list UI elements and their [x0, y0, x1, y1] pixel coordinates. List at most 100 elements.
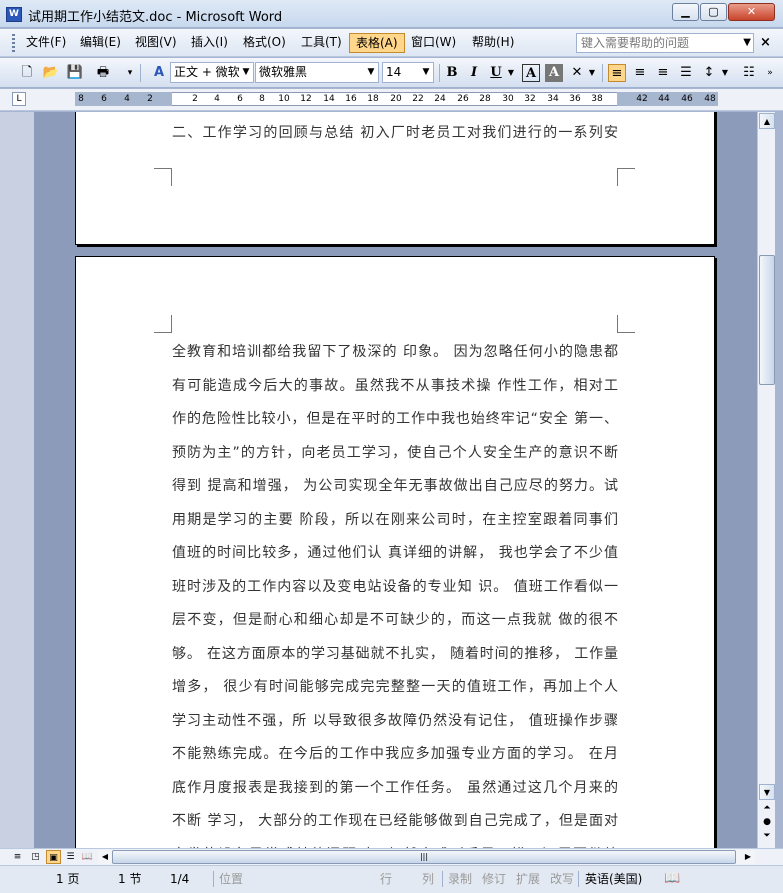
align-right-icon[interactable]: ≡ — [654, 64, 672, 82]
previous-page-icon[interactable]: ⏶ — [761, 802, 773, 814]
scroll-up-icon[interactable]: ▲ — [759, 113, 775, 129]
vertical-scroll-thumb[interactable] — [759, 255, 775, 385]
page-1-body[interactable]: 二、工作学习的回顾与总结 初入厂时老员工对我们进行的一系列安 — [172, 117, 618, 151]
web-view-icon[interactable]: ◳ — [28, 850, 43, 864]
maximize-button[interactable]: ▢ — [700, 3, 727, 21]
chevron-down-icon[interactable]: ▼ — [365, 63, 377, 82]
status-overtype[interactable]: 改写 — [550, 870, 574, 888]
chevron-down-icon[interactable]: ▼ — [420, 63, 432, 82]
text-line[interactable]: 不能熟练完成。在今后的工作中我应多加强专业方面的学习。 在月 — [172, 738, 618, 772]
char-scale-icon[interactable]: ✕ — [568, 64, 586, 82]
toolbar-options-icon[interactable]: » — [764, 64, 776, 82]
text-line[interactable]: 学习主动性不强，所 以导致很多故障仍然没有记住， 值班操作步骤 — [172, 705, 618, 739]
underline-button[interactable]: U — [487, 64, 505, 82]
text-line[interactable]: 不断 学习， 大部分的工作现在已经能够做到自己完成了，但是面对 — [172, 805, 618, 839]
normal-view-icon[interactable]: ≡ — [10, 850, 25, 864]
vertical-scrollbar[interactable]: ▲ ▼ ⏶ ● ⏷ — [757, 112, 775, 848]
align-left-icon[interactable]: ≡ — [608, 64, 626, 82]
document-close-icon[interactable]: × — [760, 35, 771, 50]
align-center-icon[interactable]: ≡ — [631, 64, 649, 82]
menu-table[interactable]: 表格(A) — [349, 33, 405, 53]
status-pages: 1/4 — [170, 872, 190, 886]
close-button[interactable]: ✕ — [728, 3, 775, 21]
text-line[interactable]: 二、工作学习的回顾与总结 初入厂时老员工对我们进行的一系列安 — [172, 117, 618, 151]
select-browse-object-icon[interactable]: ● — [761, 816, 773, 828]
ruler-number: 22 — [412, 94, 424, 104]
page-1[interactable]: 二、工作学习的回顾与总结 初入厂时老员工对我们进行的一系列安 — [75, 112, 715, 245]
reading-view-icon[interactable]: 📖 — [80, 850, 95, 864]
menu-help[interactable]: 帮助(H) — [466, 33, 520, 53]
chevron-down-icon[interactable]: ▼ — [240, 63, 252, 82]
ruler-number: 48 — [704, 94, 716, 104]
status-record[interactable]: 录制 — [448, 870, 472, 888]
text-line[interactable]: 得到 提高和增强， 为公司实现全年无事故做出自己应尽的努力。试 — [172, 470, 618, 504]
italic-button[interactable]: I — [465, 64, 483, 82]
chevron-down-icon[interactable]: ▼ — [743, 34, 751, 52]
horizontal-scroll-thumb[interactable]: ||| — [112, 850, 736, 864]
menu-edit[interactable]: 编辑(E) — [74, 33, 127, 53]
text-line[interactable]: 班时涉及的工作内容以及变电站设备的专业知 识。 值班工作看似一 — [172, 571, 618, 605]
status-language[interactable]: 英语(美国) — [585, 870, 642, 888]
scroll-down-icon[interactable]: ▼ — [759, 784, 775, 800]
save-icon[interactable]: 💾 — [66, 64, 84, 82]
scroll-right-icon[interactable]: ▶ — [741, 850, 755, 864]
char-border-button[interactable]: A — [522, 64, 540, 82]
status-page: 1 页 — [56, 872, 80, 886]
scale-dropdown-icon[interactable]: ▼ — [587, 64, 597, 82]
minimize-button[interactable]: ▁ — [672, 3, 699, 21]
underline-dropdown-icon[interactable]: ▼ — [506, 64, 516, 82]
word-app-icon[interactable]: W — [6, 7, 22, 22]
text-line[interactable]: 用期是学习的主要 阶段，所以在刚来公司时，在主控室跟着同事们 — [172, 504, 618, 538]
menu-tools[interactable]: 工具(T) — [295, 33, 348, 53]
document-area[interactable]: 二、工作学习的回顾与总结 初入厂时老员工对我们进行的一系列安 全教育和培训都给我… — [0, 112, 757, 848]
ruler-number: 36 — [569, 94, 581, 104]
menu-view[interactable]: 视图(V) — [129, 33, 183, 53]
line-spacing-icon[interactable]: ↕ — [700, 64, 718, 82]
ruler-number: 12 — [300, 94, 312, 104]
page-2-body[interactable]: 全教育和培训都给我留下了极深的 印象。 因为忽略任何小的隐患都 有可能造成今后大的… — [172, 336, 618, 848]
outline-view-icon[interactable]: ☰ — [63, 850, 78, 864]
page-2[interactable]: 全教育和培训都给我留下了极深的 印象。 因为忽略任何小的隐患都 有可能造成今后大的… — [75, 256, 715, 848]
open-folder-icon[interactable]: 📂 — [42, 64, 60, 82]
text-line[interactable]: 作的危险性比较小，但是在平时的工作中我也始终牢记“安全 第一、 — [172, 403, 618, 437]
numbered-list-icon[interactable]: ☷ — [740, 64, 758, 82]
text-line[interactable]: 底作月度报表是我接到的第一个工作任务。 虽然通过这几个月来的 — [172, 772, 618, 806]
style-select[interactable]: 正文 + 微软 ▼ — [170, 62, 254, 83]
char-shading-button[interactable]: A — [545, 64, 563, 82]
text-line[interactable]: 层不变，但是耐心和细心却是不可缺少的，而这一点我就 做的很不 — [172, 604, 618, 638]
scroll-left-icon[interactable]: ◀ — [98, 850, 112, 864]
menu-insert[interactable]: 插入(I) — [185, 33, 234, 53]
styles-pane-icon[interactable]: A — [150, 64, 168, 82]
text-line[interactable]: 全教育和培训都给我留下了极深的 印象。 因为忽略任何小的隐患都 — [172, 336, 618, 370]
spelling-status-icon[interactable]: 📖 — [664, 870, 680, 888]
print-layout-view-icon[interactable]: ▣ — [46, 850, 61, 864]
text-line[interactable]: 增多， 很少有时间能够完成完完整整一天的值班工作，再加上个人 — [172, 671, 618, 705]
tab-selector-icon[interactable]: L — [12, 92, 26, 106]
menu-format[interactable]: 格式(O) — [237, 33, 292, 53]
text-line[interactable]: 值班的时间比较多，通过他们认 真详细的讲解， 我也学会了不少值 — [172, 537, 618, 571]
font-select[interactable]: 微软雅黑 ▼ — [255, 62, 379, 83]
new-document-icon[interactable]: 🗋 — [18, 64, 36, 82]
text-line[interactable]: 突发的设备异常或其他问题时，仍然会感到手足无措，还需要继续 — [172, 839, 618, 849]
print-icon[interactable]: 🖶 — [94, 64, 112, 82]
menu-window[interactable]: 窗口(W) — [405, 33, 462, 53]
menu-bar: 文件(F) 编辑(E) 视图(V) 插入(I) 格式(O) 工具(T) 表格(A… — [0, 29, 783, 57]
status-separator — [578, 871, 579, 887]
help-search-input[interactable]: 键入需要帮助的问题 ▼ — [576, 33, 754, 53]
font-size-select[interactable]: 14 ▼ — [382, 62, 434, 83]
status-separator — [213, 871, 214, 887]
line-spacing-dropdown-icon[interactable]: ▼ — [720, 64, 730, 82]
text-line[interactable]: 够。 在这方面原本的学习基础就不扎实， 随着时间的推移， 工作量 — [172, 638, 618, 672]
bold-button[interactable]: B — [443, 64, 461, 82]
status-track-changes[interactable]: 修订 — [482, 870, 506, 888]
text-line[interactable]: 有可能造成今后大的事故。虽然我不从事技术操 作性工作，相对工 — [172, 370, 618, 404]
menu-grip-handle[interactable] — [12, 34, 15, 52]
menu-file[interactable]: 文件(F) — [20, 33, 72, 53]
next-page-icon[interactable]: ⏷ — [761, 830, 773, 842]
ruler-number: 42 — [636, 94, 648, 104]
status-extend[interactable]: 扩展 — [516, 870, 540, 888]
text-line[interactable]: 预防为主”的方针，向老员工学习，使自己个人安全生产的意识不断 — [172, 437, 618, 471]
justify-icon[interactable]: ☰ — [677, 64, 695, 82]
ruler-number: 2 — [192, 94, 198, 104]
toolbar-options-icon[interactable]: ▾ — [124, 64, 136, 82]
